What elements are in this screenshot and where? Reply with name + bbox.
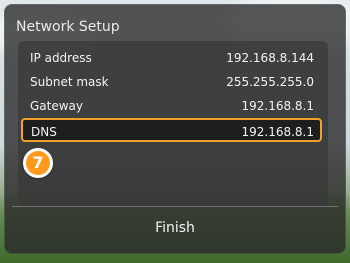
dns-label: DNS <box>31 125 57 139</box>
footer-divider <box>12 206 338 207</box>
finish-button[interactable]: Finish <box>12 209 338 247</box>
gateway-row[interactable]: Gateway 192.168.8.1 <box>20 96 322 118</box>
dns-row-selected[interactable]: DNS 192.168.8.1 <box>21 118 322 142</box>
ip-address-value: 192.168.8.144 <box>226 51 314 65</box>
subnet-mask-label: Subnet mask <box>30 75 109 89</box>
ip-address-label: IP address <box>30 51 92 65</box>
ip-address-row[interactable]: IP address 192.168.8.144 <box>20 48 322 70</box>
gateway-value: 192.168.8.1 <box>241 99 314 113</box>
subnet-mask-value: 255.255.255.0 <box>226 75 314 89</box>
subnet-mask-row[interactable]: Subnet mask 255.255.255.0 <box>20 72 322 94</box>
screen: Network Setup IP address 192.168.8.144 S… <box>0 0 350 263</box>
step-number-badge: 7 <box>23 148 53 178</box>
dialog-title: Network Setup <box>16 19 120 35</box>
dns-value: 192.168.8.1 <box>241 125 314 139</box>
gateway-label: Gateway <box>30 99 84 113</box>
